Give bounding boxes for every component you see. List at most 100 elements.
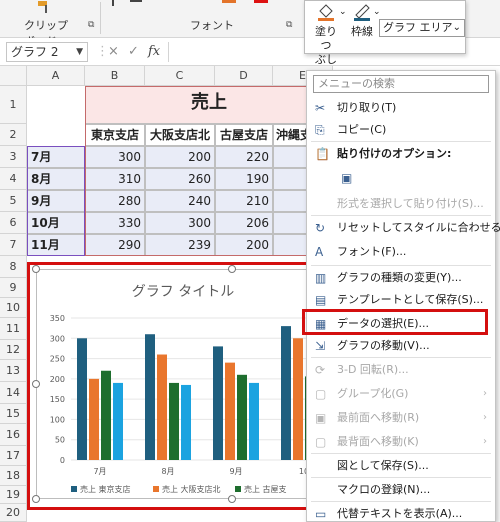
legend-swatch [71,486,77,492]
insert-function-icon[interactable]: fx [148,44,160,59]
fill-button[interactable]: 塗りつ ぶし [311,3,341,67]
menu-search-input[interactable]: メニューの検索 [313,75,489,93]
bar [145,334,155,460]
row-header-17[interactable]: 17 [0,446,27,466]
menu-item[interactable]: 📋 貼り付けのオプション: [307,143,495,165]
row-header-19[interactable]: 19 [0,486,27,504]
category-range-outline [27,146,85,256]
row-header-13[interactable]: 13 [0,360,27,382]
menu-item: ▣ 最前面へ移動(R) › [307,407,495,429]
clipboard-launcher-icon[interactable]: ⧉ [88,20,94,30]
row-header-1[interactable]: 1 [0,86,27,124]
row-header-4[interactable]: 4 [0,168,27,190]
row-header-18[interactable]: 18 [0,466,27,486]
menu-item-label: 図として保存(S)... [337,459,429,472]
column-header-a[interactable]: A [27,66,85,86]
row-header-3[interactable]: 3 [0,146,27,168]
resize-handle[interactable] [32,380,40,388]
menu-item[interactable]: ⇲ グラフの移動(V)... [307,335,495,357]
menu-item-label: 切り取り(T) [337,101,397,114]
resize-handle[interactable] [228,495,236,503]
y-tick-label: 100 [50,415,65,424]
paste-icon: 📋 [315,147,330,161]
menu-item[interactable]: ↻ リセットしてスタイルに合わせる(A) [307,217,500,239]
row-header-12[interactable]: 12 [0,340,27,360]
row-header-6[interactable]: 6 [0,212,27,234]
menu-item[interactable]: A フォント(F)... [307,241,495,263]
chart-area[interactable]: グラフ タイトル 0 50 100 150 200 250 300 350 7月 8月 9月 10 売上 … [36,269,327,500]
menu-item[interactable]: マクロの登録(N)... [307,479,495,501]
row-header-8[interactable]: 8 [0,256,27,278]
formula-input[interactable] [168,42,308,62]
column-header-d[interactable]: D [215,66,273,86]
menu-item-label: 貼り付けのオプション: [337,147,452,160]
row-header-11[interactable]: 11 [0,318,27,340]
format-painter-icon[interactable] [36,0,54,14]
pen-icon [354,4,370,21]
submenu-arrow-icon: › [483,436,487,447]
bar [101,370,111,460]
font-launcher-icon[interactable]: ⧉ [286,20,292,30]
y-tick-label: 200 [50,375,65,384]
menu-separator [311,215,491,216]
row-header-5[interactable]: 5 [0,190,27,212]
menu-item[interactable]: ▤ テンプレートとして保存(S)... [307,289,495,311]
resize-handle[interactable] [228,265,236,273]
row-header-14[interactable]: 14 [0,382,27,404]
row-header-9[interactable]: 9 [0,278,27,298]
bar [293,338,303,460]
menu-item[interactable]: ⎘ コピー(C) [307,119,495,141]
menu-item-label: グラフの移動(V)... [337,339,430,352]
row-header-2[interactable]: 2 [0,124,27,146]
menu-item: ▢ 最背面へ移動(K) › [307,431,495,453]
bar [181,384,191,460]
select-all-corner[interactable] [0,66,27,86]
bar [157,354,167,460]
fill-dropdown-icon[interactable]: ⌄ [339,7,347,17]
fill-label-1: 塗りつ [315,25,337,52]
menu-item[interactable]: ▭ 代替テキストを表示(A)... [307,503,495,522]
alt-text-icon: ▭ [315,507,327,521]
menu-item[interactable]: ▥ グラフの種類の変更(Y)... [307,267,495,289]
cancel-icon[interactable]: × [108,44,119,59]
scissors-icon: ✂ [315,101,326,115]
chart-type-icon: ▥ [315,271,327,285]
name-box-value: グラフ 2 [11,45,59,59]
row-header-16[interactable]: 16 [0,424,27,446]
menu-separator [311,141,491,142]
menu-item[interactable]: ▣ [307,167,495,191]
bar [281,326,291,460]
column-header-c[interactable]: C [145,66,215,86]
fill-bucket-icon [318,4,334,21]
menu-item-label: コピー(C) [337,123,387,136]
menu-item-label: グループ化(G) [337,387,409,400]
bring-front-icon: ▣ [315,411,327,425]
bar [169,382,179,460]
chart-svg[interactable]: グラフ タイトル0501001502002503003507月 8月 9月 10売上 … [37,270,327,500]
menu-item-label: 形式を選択して貼り付け(S)... [337,197,484,210]
row-header-10[interactable]: 10 [0,298,27,318]
chevron-down-icon: ▼ [76,47,83,57]
column-header-b[interactable]: B [85,66,145,86]
menu-item-label: フォント(F)... [337,245,407,258]
paste-option-icon: ▣ [341,171,353,185]
enter-icon[interactable]: ✓ [128,44,139,59]
menu-item: 形式を選択して貼り付け(S)... [307,193,495,215]
y-tick-label: 300 [50,334,65,343]
name-box[interactable]: グラフ 2 ▼ [6,42,88,62]
chart-element-select[interactable]: グラフ エリア ⌄ [379,19,465,37]
resize-handle[interactable] [32,265,40,273]
menu-item: ▢ グループ化(G) › [307,383,495,405]
row-header-20[interactable]: 20 [0,504,27,522]
menu-item[interactable]: ✂ 切り取り(T) [307,97,495,119]
outline-dropdown-icon[interactable]: ⌄ [373,7,381,17]
row-header-7[interactable]: 7 [0,234,27,256]
move-chart-icon: ⇲ [315,339,326,353]
legend-label: 売上 東京支店 [80,484,131,494]
menu-item[interactable]: 図として保存(S)... [307,455,495,477]
menu-item-label: 3-D 回転(R)... [337,363,409,376]
row-header-15[interactable]: 15 [0,404,27,424]
resize-handle[interactable] [32,495,40,503]
menu-item-label: 代替テキストを表示(A)... [337,507,463,520]
chevron-down-icon: ⌄ [452,22,461,33]
